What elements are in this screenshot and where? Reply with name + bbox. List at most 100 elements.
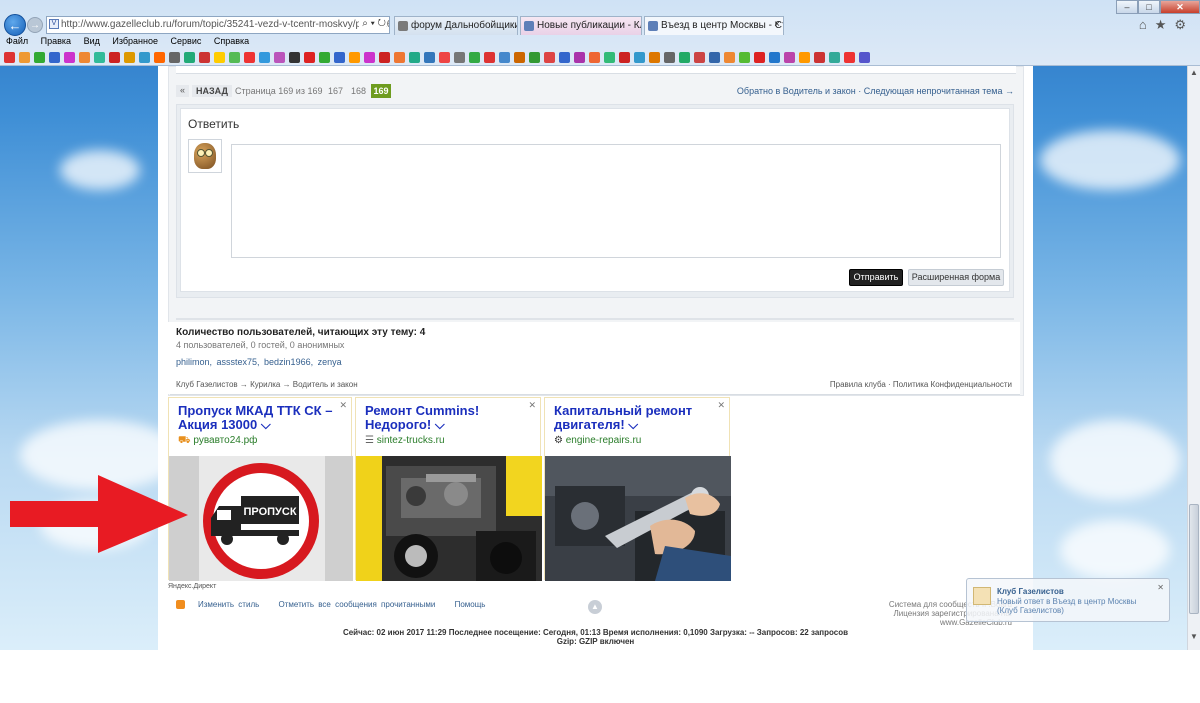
favorite-site-icon[interactable]	[559, 52, 570, 63]
ad-block-propusk[interactable]: Пропуск МКАД ТТК СК – Акция 13000 ⌵ ✕ ⛟ …	[168, 397, 353, 581]
favorite-site-icon[interactable]	[634, 52, 645, 63]
tab-active-topic[interactable]: Въезд в центр Москвы - Ст... ×	[644, 16, 784, 35]
menu-tools[interactable]: Сервис	[171, 36, 202, 46]
favorite-site-icon[interactable]	[604, 52, 615, 63]
favorite-site-icon[interactable]	[709, 52, 720, 63]
favorite-site-icon[interactable]	[649, 52, 660, 63]
topic-nav-links[interactable]: Обратно в Водитель и закон · Следующая н…	[737, 86, 1014, 96]
menu-view[interactable]: Вид	[84, 36, 100, 46]
favorite-site-icon[interactable]	[499, 52, 510, 63]
ad-image-truck-engine[interactable]	[356, 456, 542, 581]
forward-button[interactable]: →	[27, 17, 43, 33]
favorite-site-icon[interactable]	[394, 52, 405, 63]
favorite-site-icon[interactable]	[409, 52, 420, 63]
ad-domain[interactable]: ⚙ engine-repairs.ru	[554, 435, 641, 446]
reply-textarea[interactable]	[231, 144, 1001, 258]
favorite-site-icon[interactable]	[289, 52, 300, 63]
favorite-site-icon[interactable]	[739, 52, 750, 63]
favorite-site-icon[interactable]	[799, 52, 810, 63]
ad-domain[interactable]: ☰ sintez-trucks.ru	[365, 435, 445, 446]
favorite-site-icon[interactable]	[769, 52, 780, 63]
scroll-up-icon[interactable]: ▲	[1190, 68, 1198, 77]
ad-title[interactable]: Капитальный ремонт двигателя! ⌵	[554, 404, 719, 432]
back-button-label[interactable]: НАЗАД	[192, 85, 232, 97]
favorite-site-icon[interactable]	[784, 52, 795, 63]
favorite-site-icon[interactable]	[319, 52, 330, 63]
favorite-site-icon[interactable]	[304, 52, 315, 63]
favorite-site-icon[interactable]	[199, 52, 210, 63]
notification-toast[interactable]: Клуб Газелистов Новый ответ в Въезд в це…	[966, 578, 1170, 622]
favorite-site-icon[interactable]	[514, 52, 525, 63]
favorite-site-icon[interactable]	[139, 52, 150, 63]
favorite-site-icon[interactable]	[244, 52, 255, 63]
send-button[interactable]: Отправить	[849, 269, 903, 286]
scroll-top-icon[interactable]: ▲	[588, 600, 602, 614]
favorite-site-icon[interactable]	[484, 52, 495, 63]
toast-message[interactable]: Новый ответ в Въезд в центр Москвы (Клуб…	[997, 597, 1157, 615]
maximize-button[interactable]: □	[1138, 0, 1160, 14]
page-link-168[interactable]: 168	[351, 86, 366, 96]
yandex-direct-label[interactable]: Яндекс.Директ	[168, 583, 216, 590]
scroll-down-icon[interactable]: ▼	[1190, 632, 1198, 641]
menu-favorites[interactable]: Избранное	[112, 36, 158, 46]
favorite-site-icon[interactable]	[349, 52, 360, 63]
favorite-site-icon[interactable]	[229, 52, 240, 63]
favorite-site-icon[interactable]	[364, 52, 375, 63]
ad-domain[interactable]: ⛟ рувавто24.рф	[178, 435, 257, 448]
favorite-site-icon[interactable]	[49, 52, 60, 63]
favorite-site-icon[interactable]	[334, 52, 345, 63]
close-tab-icon[interactable]: ×	[774, 19, 780, 30]
favorite-site-icon[interactable]	[844, 52, 855, 63]
prev-page-button[interactable]: «	[176, 85, 189, 97]
favorite-site-icon[interactable]	[754, 52, 765, 63]
favorite-site-icon[interactable]	[529, 52, 540, 63]
breadcrumb[interactable]: Клуб Газелистов → Курилка → Водитель и з…	[176, 380, 358, 389]
vertical-scrollbar[interactable]: ▲ ▼	[1187, 66, 1200, 650]
extended-form-button[interactable]: Расширенная форма	[908, 269, 1004, 286]
close-window-button[interactable]: ✕	[1160, 0, 1200, 14]
favorite-site-icon[interactable]	[259, 52, 270, 63]
menu-file[interactable]: Файл	[6, 36, 28, 46]
back-button[interactable]: ←	[4, 14, 26, 36]
favorite-site-icon[interactable]	[469, 52, 480, 63]
ad-title[interactable]: Ремонт Cummins! Недорого! ⌵	[365, 404, 530, 432]
favorite-site-icon[interactable]	[34, 52, 45, 63]
address-tools[interactable]: ⌕ ▾ ↻	[359, 18, 386, 29]
favorite-site-icon[interactable]	[829, 52, 840, 63]
ad-title[interactable]: Пропуск МКАД ТТК СК – Акция 13000 ⌵	[178, 404, 343, 432]
ad-image-wrench-engine[interactable]	[545, 456, 731, 581]
rss-icon[interactable]	[176, 600, 185, 609]
favorite-site-icon[interactable]	[589, 52, 600, 63]
favorite-site-icon[interactable]	[619, 52, 630, 63]
favorite-site-icon[interactable]	[4, 52, 15, 63]
minimize-button[interactable]: –	[1116, 0, 1138, 14]
close-ad-icon[interactable]: ✕	[339, 400, 347, 411]
tab-dalnoboy[interactable]: форум Дальнобойщики Авто...	[394, 16, 518, 35]
address-bar[interactable]: V http://www.gazelleclub.ru/forum/topic/…	[46, 16, 390, 34]
favorite-site-icon[interactable]	[214, 52, 225, 63]
menu-help[interactable]: Справка	[214, 36, 249, 46]
readers-list[interactable]: philimon, assstex75, bedzin1966, zenya	[176, 357, 342, 367]
help-link[interactable]: Помощь	[455, 600, 486, 609]
favorite-site-icon[interactable]	[574, 52, 585, 63]
menu-edit[interactable]: Правка	[41, 36, 71, 46]
favorite-site-icon[interactable]	[274, 52, 285, 63]
favorite-site-icon[interactable]	[859, 52, 870, 63]
favorite-site-icon[interactable]	[724, 52, 735, 63]
favorite-site-icon[interactable]	[544, 52, 555, 63]
favorite-site-icon[interactable]	[814, 52, 825, 63]
scroll-thumb[interactable]	[1189, 504, 1199, 614]
favorite-site-icon[interactable]	[679, 52, 690, 63]
favorite-site-icon[interactable]	[424, 52, 435, 63]
close-ad-icon[interactable]: ✕	[528, 400, 536, 411]
favorite-site-icon[interactable]	[124, 52, 135, 63]
favorite-site-icon[interactable]	[379, 52, 390, 63]
favorite-site-icon[interactable]	[439, 52, 450, 63]
favorite-site-icon[interactable]	[94, 52, 105, 63]
favorite-site-icon[interactable]	[19, 52, 30, 63]
close-toast-icon[interactable]: ✕	[1157, 583, 1164, 592]
toolbar-right-icons[interactable]: ⌂★⚙	[1139, 17, 1194, 33]
change-style-link[interactable]: Изменить стиль	[198, 600, 259, 609]
ad-block-cummins[interactable]: Ремонт Cummins! Недорого! ⌵ ✕ ☰ sintez-t…	[355, 397, 542, 581]
favorite-site-icon[interactable]	[454, 52, 465, 63]
